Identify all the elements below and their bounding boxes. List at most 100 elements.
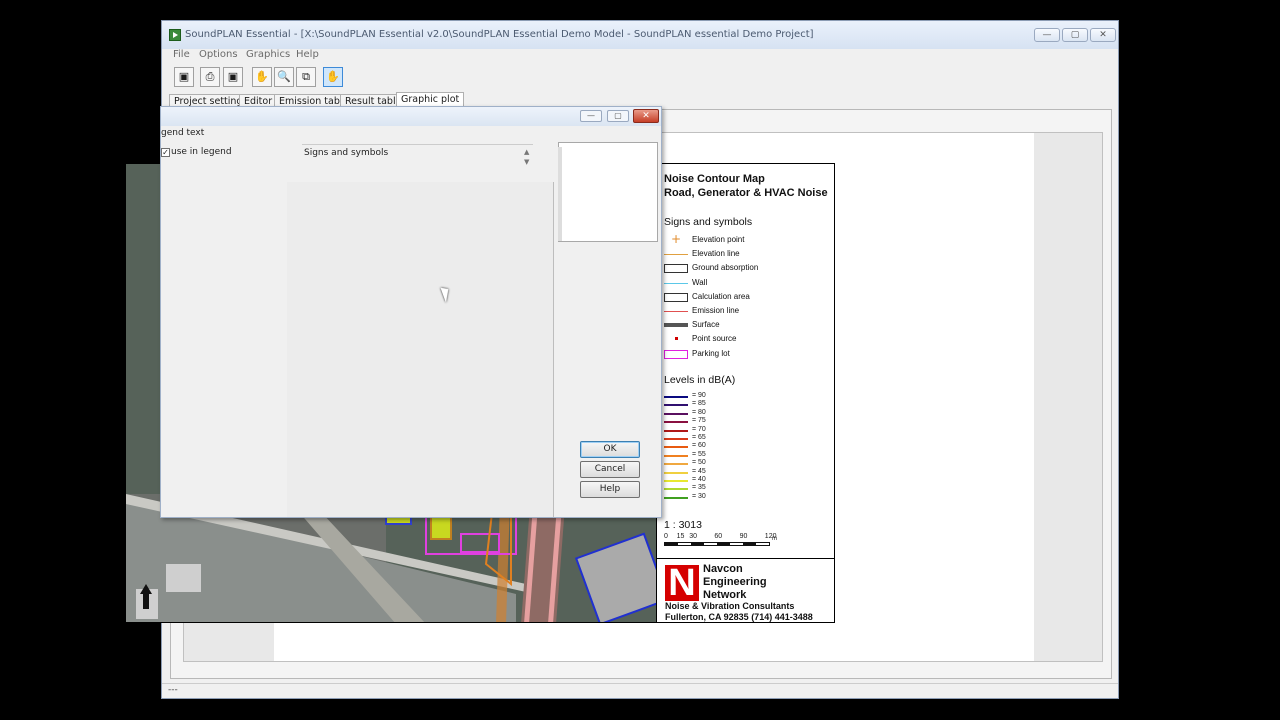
company-name-3: Network xyxy=(703,589,747,601)
sign-label: Ground absorption xyxy=(692,263,759,273)
dialog-title-bar[interactable]: — ▢ ✕ xyxy=(161,107,661,126)
levels-heading: Levels in dB(A) xyxy=(664,374,736,386)
level-label: = 50 xyxy=(692,459,706,467)
sign-label: Elevation line xyxy=(692,249,740,259)
select-hand-icon[interactable]: ✋ xyxy=(323,67,343,87)
menu-options[interactable]: Options xyxy=(199,49,238,60)
scale-unit: m xyxy=(772,536,777,542)
minimize-button[interactable]: — xyxy=(1034,28,1060,42)
menu-help[interactable]: Help xyxy=(296,49,319,60)
level-label: = 80 xyxy=(692,408,706,416)
sign-item: Elevation line xyxy=(664,249,829,263)
box-symbol-icon xyxy=(664,264,688,274)
level-color-swatch xyxy=(664,496,688,499)
level-label: = 35 xyxy=(692,484,706,492)
level-label: = 90 xyxy=(692,392,706,399)
sign-item: + Elevation point xyxy=(664,232,829,249)
box-symbol-icon xyxy=(664,349,688,359)
sign-item: Emission line xyxy=(664,306,829,320)
sign-label: Emission line xyxy=(692,305,740,315)
dialog-preview-pane xyxy=(558,142,658,242)
level-label: = 75 xyxy=(692,417,706,425)
dialog-left-pane xyxy=(287,182,554,517)
scale-ratio: 1 : 3013 xyxy=(664,519,702,531)
level-color-swatch xyxy=(664,429,688,432)
level-label: = 40 xyxy=(692,475,706,483)
sign-label: Parking lot xyxy=(692,348,730,358)
spin-arrows-icon[interactable]: ▲ ▼ xyxy=(524,147,529,167)
level-color-swatch xyxy=(664,488,688,491)
company-name-1: Navcon xyxy=(703,563,743,575)
legend-text-label: gend text xyxy=(161,128,205,138)
level-color-swatch xyxy=(664,479,688,482)
print-icon[interactable]: ⎙ xyxy=(200,67,220,87)
copy-window-icon[interactable]: ⧉ xyxy=(296,67,316,87)
ok-button[interactable]: OK xyxy=(580,441,640,458)
title-bar: SoundPLAN Essential - [X:\SoundPLAN Esse… xyxy=(162,21,1118,49)
zoom-icon[interactable]: 🔍 xyxy=(274,67,294,87)
company-block: N Navcon Engineering Network Noise & Vib… xyxy=(657,558,835,625)
pan-hand-icon[interactable]: ✋ xyxy=(252,67,272,87)
maximize-button[interactable]: ▢ xyxy=(1062,28,1088,42)
save-icon[interactable]: ▣ xyxy=(174,67,194,87)
scale-tick-label: 15 xyxy=(676,533,685,540)
soundplan-app-icon xyxy=(169,29,181,41)
level-color-swatch xyxy=(664,454,688,457)
legend-title-line2: Road, Generator & HVAC Noise xyxy=(664,187,828,199)
level-item: = 30 xyxy=(664,492,724,502)
sign-item: Surface xyxy=(664,320,829,334)
sign-label: Surface xyxy=(692,320,720,330)
sign-label: Elevation point xyxy=(692,235,745,244)
sign-label: Point source xyxy=(692,334,737,344)
sign-item: Parking lot xyxy=(664,349,829,363)
dialog-maximize-button[interactable]: ▢ xyxy=(607,110,629,122)
dialog-close-button[interactable]: ✕ xyxy=(633,109,659,123)
signs-heading: Signs and symbols xyxy=(664,216,753,228)
thick-symbol-icon xyxy=(664,323,688,328)
map-legend: Noise Contour Map Road, Generator & HVAC… xyxy=(657,163,835,623)
status-bar: --- xyxy=(162,683,1118,699)
level-label: = 55 xyxy=(692,450,706,458)
level-color-swatch xyxy=(664,421,688,424)
level-label: = 70 xyxy=(692,425,706,433)
menu-graphics[interactable]: Graphics xyxy=(246,49,290,60)
scale-bar: 0 15 30 60 90 120 m xyxy=(664,533,784,549)
close-button[interactable]: ✕ xyxy=(1090,28,1116,42)
signs-list: + Elevation point Elevation line Ground abs… xyxy=(664,232,829,363)
sign-label: Wall xyxy=(692,277,708,287)
sign-item: Wall xyxy=(664,278,829,292)
plus-symbol-icon: + xyxy=(671,232,682,246)
scale-tick-label: 30 xyxy=(689,533,697,540)
company-address: Fullerton, CA 92835 (714) 441-3488 xyxy=(665,612,813,622)
legend-text-value: Signs and symbols xyxy=(304,148,389,158)
level-color-swatch xyxy=(664,437,688,440)
line-symbol-icon xyxy=(664,254,688,256)
level-label: = 65 xyxy=(692,433,706,441)
box-symbol-icon xyxy=(664,292,688,302)
navcon-logo: N xyxy=(665,564,699,602)
level-label: = 30 xyxy=(692,492,706,500)
dialog-minimize-button[interactable]: — xyxy=(580,110,602,122)
level-label: = 85 xyxy=(692,400,706,408)
preview-scrollbar[interactable] xyxy=(558,147,562,241)
level-color-swatch xyxy=(664,471,688,474)
sign-item: Ground absorption xyxy=(664,263,829,277)
line-symbol-icon xyxy=(664,282,688,284)
legend-text-select[interactable]: Signs and symbols ▲ ▼ xyxy=(302,144,533,166)
scale-bar-line xyxy=(664,542,770,546)
level-color-swatch xyxy=(664,396,688,398)
cancel-button[interactable]: Cancel xyxy=(580,461,640,478)
menu-file[interactable]: File xyxy=(173,49,190,60)
use-in-legend-checkbox[interactable]: ✓ xyxy=(161,148,170,157)
scale-tick-label: 90 xyxy=(739,533,748,540)
help-button[interactable]: Help xyxy=(580,481,640,498)
line-symbol-icon xyxy=(664,310,688,312)
company-name-2: Engineering xyxy=(703,576,767,588)
dot-symbol-icon xyxy=(675,337,678,341)
window-title: SoundPLAN Essential - [X:\SoundPLAN Esse… xyxy=(185,29,814,40)
use-in-legend-label: use in legend xyxy=(171,147,232,157)
status-text: --- xyxy=(168,685,178,695)
menu-bar: File Options Graphics Help xyxy=(162,49,1118,63)
export-icon[interactable]: ▣ xyxy=(223,67,243,87)
level-label: = 60 xyxy=(692,442,706,450)
